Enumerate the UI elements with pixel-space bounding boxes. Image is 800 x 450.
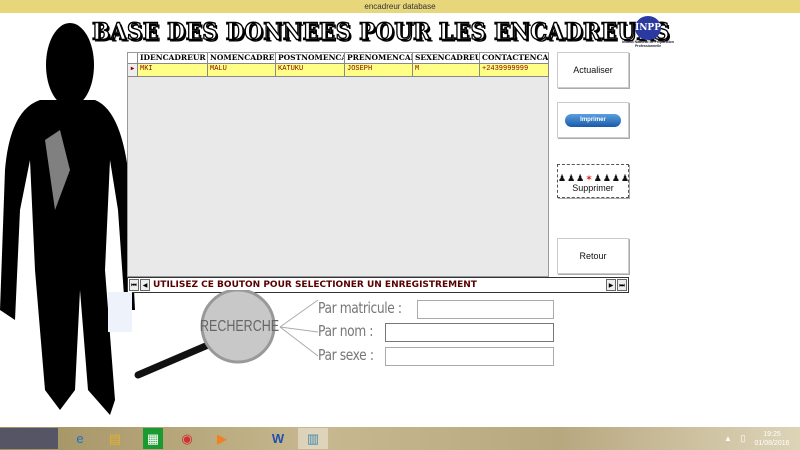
delete-label: Supprimer [572,183,614,193]
access-app-icon[interactable]: ▥ [298,428,328,449]
column-header[interactable]: PRENOMENCAI [345,53,413,64]
store-icon[interactable]: ▦ [143,428,163,449]
cell-postnom[interactable]: KATUKU [276,64,345,77]
magnifier-icon [134,290,319,379]
delete-button[interactable]: ♟♟♟✶♟♟♟♟ Supprimer [557,164,629,198]
last-record-button[interactable]: ⏭ [617,279,627,291]
cell-prenom[interactable]: JOSEPH [345,64,413,77]
page-title: BASE DES DONNEES POUR LES ENCADREURS [91,17,670,46]
clock[interactable]: 19:25 01/08/2016 [752,430,792,448]
refresh-button[interactable]: Actualiser [557,52,629,88]
cell-sexe[interactable]: M [413,64,480,77]
matricule-label: Par matricule : [318,299,402,317]
column-header[interactable]: IDENCADREUR [138,53,208,64]
print-button[interactable]: Imprimer [557,102,629,138]
cell-id[interactable]: MKI [138,64,208,77]
sex-label: Par sexe : [318,346,374,364]
people-icon: ♟♟♟✶♟♟♟♟ [558,173,631,183]
logo-mark: INPP [635,16,661,40]
column-header[interactable]: POSTNOMENCA [276,53,345,64]
records-grid[interactable]: IDENCADREUR NOMENCADREU POSTNOMENCA PREN… [127,52,549,277]
inpp-logo: INPP Institut National de Préparation Pr… [622,16,674,52]
word-icon[interactable]: W [263,428,293,449]
matricule-input[interactable] [417,300,554,319]
next-record-button[interactable]: ▶ [606,279,616,291]
decorative-panel [108,292,132,332]
search-title: RECHERCHE [200,318,280,335]
taskbar: e ▤ ▦ ◉ ▶ W ▥ ▲ ▯ 19:25 01/08/2016 [0,427,800,450]
chrome-icon[interactable]: ◉ [172,428,202,449]
column-header[interactable]: SEXENCADREUI [413,53,480,64]
clock-date: 01/08/2016 [754,440,790,447]
start-thumbnail-icon[interactable] [0,428,58,449]
cell-nom[interactable]: MALU [208,64,276,77]
person-silhouette-image [0,23,135,415]
clock-time: 19:25 [763,431,781,438]
print-label: Imprimer [565,114,621,127]
cell-contact[interactable]: +2439999999 [480,64,549,77]
column-header[interactable]: CONTACTENCAI [480,53,549,64]
grid-header: IDENCADREUR NOMENCADREU POSTNOMENCA PREN… [128,53,549,64]
name-label: Par nom : [318,322,374,340]
file-explorer-icon[interactable]: ▤ [100,428,130,449]
logo-caption: Institut National de Préparation Profess… [622,40,674,48]
name-input[interactable] [385,323,554,342]
table-row[interactable]: ▶ MKI MALU KATUKU JOSEPH M +2439999999 [128,64,549,77]
row-selector-icon[interactable]: ▶ [128,64,138,77]
back-button[interactable]: Retour [557,238,629,274]
column-header[interactable]: NOMENCADREU [208,53,276,64]
media-player-icon[interactable]: ▶ [207,428,237,449]
sex-input[interactable] [385,347,554,366]
internet-explorer-icon[interactable]: e [65,428,95,449]
corner-cell [128,53,138,64]
